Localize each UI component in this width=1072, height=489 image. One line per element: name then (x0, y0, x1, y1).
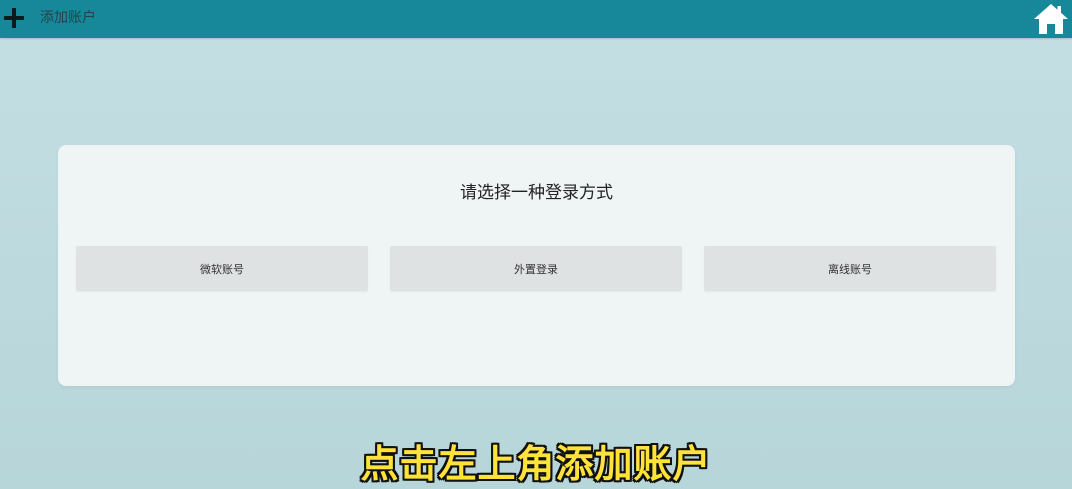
page-title: 添加账户 (40, 10, 96, 26)
external-login-button[interactable]: 外置登录 (390, 246, 682, 291)
home-icon-glyph (1034, 4, 1068, 34)
login-method-panel: 请选择一种登录方式 微软账号 外置登录 离线账号 (58, 145, 1015, 386)
home-icon[interactable] (1032, 2, 1070, 36)
microsoft-account-button[interactable]: 微软账号 (76, 246, 368, 291)
plus-icon-vertical (12, 8, 16, 28)
video-subtitle: 点击左上角添加账户 (360, 442, 712, 486)
plus-icon[interactable] (2, 5, 28, 31)
offline-account-button[interactable]: 离线账号 (704, 246, 996, 291)
top-app-bar: 添加账户 (0, 0, 1072, 38)
login-method-prompt: 请选择一种登录方式 (460, 183, 613, 203)
